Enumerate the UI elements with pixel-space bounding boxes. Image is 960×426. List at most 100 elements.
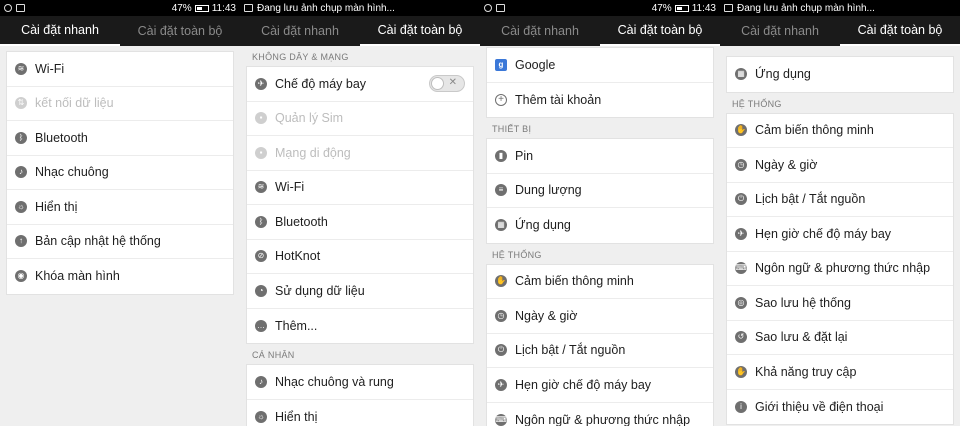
setting-bluetooth[interactable]: ᛒ Bluetooth	[247, 205, 473, 240]
tab-all-settings[interactable]: Cài đặt toàn bộ	[120, 16, 240, 46]
google-icon: g	[495, 58, 507, 71]
setting-accessibility[interactable]: ✋ Khả năng truy cập	[727, 355, 953, 390]
setting-power-schedule[interactable]: ⏻ Lịch bật / Tắt nguồn	[487, 334, 713, 368]
setting-airplane-schedule[interactable]: ✈ Hẹn giờ chế độ máy bay	[487, 368, 713, 403]
setting-data-usage[interactable]: ◔ Sử dụng dữ liệu	[247, 274, 473, 309]
more-icon: …	[255, 319, 267, 332]
tab-quick-settings[interactable]: Cài đặt nhanh	[720, 16, 840, 46]
battery-icon	[674, 4, 689, 12]
airplane-schedule-icon: ✈	[495, 378, 507, 391]
panel-all-settings-device: 47% 11:43 Cài đặt nhanh Cài đặt toàn bộ …	[480, 0, 720, 426]
setting-system-update[interactable]: ↑ Bản cập nhật hệ thống	[7, 225, 233, 259]
volume-icon: ♪	[15, 166, 27, 179]
storage-icon: ≡	[495, 184, 507, 197]
battery-icon	[194, 4, 209, 12]
screenshot-icon	[724, 4, 733, 12]
setting-apps[interactable]: ▦ Ứng dụng	[727, 57, 953, 92]
setting-system-backup[interactable]: ◎ Sao lưu hệ thống	[727, 286, 953, 321]
clock-icon: ◷	[735, 158, 747, 171]
setting-language-input[interactable]: ⌨ Ngôn ngữ & phương thức nhập	[727, 252, 953, 286]
tab-quick-settings[interactable]: Cài đặt nhanh	[240, 16, 360, 46]
setting-date-time[interactable]: ◷ Ngày & giờ	[727, 148, 953, 183]
toggle-off-icon: ✕	[448, 77, 457, 89]
setting-label: Nhạc chuông	[35, 165, 109, 180]
setting-google-account[interactable]: g Google	[487, 48, 713, 83]
setting-language-input[interactable]: ⌨ Ngôn ngữ & phương thức nhập	[487, 403, 713, 426]
setting-label: Ngày & giờ	[755, 157, 818, 172]
toggle-knob	[431, 77, 444, 91]
setting-label: Sử dụng dữ liệu	[275, 283, 365, 298]
tab-all-settings[interactable]: Cài đặt toàn bộ	[840, 16, 960, 46]
setting-label: Wi-Fi	[35, 61, 65, 76]
tab-bar: Cài đặt nhanh Cài đặt toàn bộ	[480, 16, 720, 46]
setting-display[interactable]: ☼ Hiển thị	[247, 400, 473, 426]
setting-data-connection[interactable]: ⇅ kết nối dữ liệu	[7, 87, 233, 121]
setting-battery[interactable]: ▮ Pin	[487, 139, 713, 174]
setting-label: Lịch bật / Tắt nguồn	[515, 343, 626, 358]
setting-label: Thêm tài khoản	[515, 92, 602, 107]
clock-icon: ◷	[495, 309, 507, 322]
setting-lock-screen[interactable]: ◉ Khóa màn hình	[7, 259, 233, 294]
setting-about-phone[interactable]: i Giới thiệu về điện thoại	[727, 390, 953, 425]
setting-label: Wi-Fi	[275, 180, 305, 195]
setting-ringtone[interactable]: ♪ Nhạc chuông	[7, 156, 233, 190]
setting-storage[interactable]: ≡ Dung lượng	[487, 174, 713, 208]
setting-bluetooth[interactable]: ᛒ Bluetooth	[7, 121, 233, 156]
section-header-device: THIẾT BỊ	[492, 124, 532, 134]
setting-add-account[interactable]: + Thêm tài khoản	[487, 83, 713, 118]
setting-backup-reset[interactable]: ↺ Sao lưu & đặt lại	[727, 321, 953, 355]
language-input-icon: ⌨	[735, 262, 747, 275]
setting-label: Bluetooth	[35, 130, 88, 145]
setting-hotknot[interactable]: ⊘ HotKnot	[247, 240, 473, 274]
setting-smart-sensor[interactable]: ✋ Cảm biến thông minh	[727, 114, 953, 148]
tab-quick-settings[interactable]: Cài đặt nhanh	[0, 16, 120, 46]
apps-icon: ▦	[735, 68, 747, 81]
tab-all-settings[interactable]: Cài đặt toàn bộ	[600, 16, 720, 46]
settings-card: ≋ Wi-Fi ⇅ kết nối dữ liệu ᛒ Bluetooth ♪ Nhạc…	[6, 51, 234, 295]
lock-screen-icon: ◉	[15, 270, 27, 283]
airplane-icon: ✈	[255, 77, 267, 90]
setting-label: Ứng dụng	[515, 218, 571, 233]
setting-ringtone-vibrate[interactable]: ♪ Nhạc chuông và rung	[247, 365, 473, 400]
setting-wifi[interactable]: ≋ Wi-Fi	[7, 52, 233, 87]
smart-sensor-icon: ✋	[735, 124, 747, 137]
setting-label: Hiển thị	[275, 409, 318, 424]
setting-smart-sensor[interactable]: ✋ Cảm biến thông minh	[487, 265, 713, 299]
clock-text: 11:43	[691, 2, 716, 14]
tab-quick-settings[interactable]: Cài đặt nhanh	[480, 16, 600, 46]
setting-label: Sao lưu & đặt lại	[755, 330, 848, 345]
about-phone-icon: i	[735, 400, 747, 413]
setting-label: Khả năng truy cập	[755, 364, 857, 379]
setting-label: Nhạc chuông và rung	[275, 374, 394, 389]
battery-percent: 47%	[171, 2, 192, 14]
setting-label: Bluetooth	[275, 214, 328, 229]
setting-airplane-mode[interactable]: ✈ Chế độ máy bay ✕	[247, 67, 473, 102]
bluetooth-icon: ᛒ	[255, 215, 267, 228]
bluetooth-icon: ᛒ	[15, 131, 27, 144]
airplane-mode-toggle[interactable]: ✕	[429, 75, 465, 93]
setting-label: Dung lượng	[515, 183, 582, 198]
setting-label: Thêm...	[275, 318, 318, 333]
clock-text: 11:43	[211, 2, 236, 14]
setting-display[interactable]: ☼ Hiển thị	[7, 190, 233, 225]
setting-airplane-schedule[interactable]: ✈ Hẹn giờ chế độ máy bay	[727, 217, 953, 252]
tab-bar: Cài đặt nhanh Cài đặt toàn bộ	[240, 16, 480, 46]
backup-reset-icon: ↺	[735, 331, 747, 344]
setting-label: Hẹn giờ chế độ máy bay	[515, 377, 652, 392]
panel-all-settings-system: Đang lưu ảnh chụp màn hình... Cài đặt nh…	[720, 0, 960, 426]
setting-mobile-network[interactable]: ▪ Mạng di động	[247, 136, 473, 171]
tab-all-settings[interactable]: Cài đặt toàn bộ	[360, 16, 480, 46]
setting-date-time[interactable]: ◷ Ngày & giờ	[487, 299, 713, 334]
setting-wifi[interactable]: ≋ Wi-Fi	[247, 171, 473, 205]
setting-power-schedule[interactable]: ⏻ Lịch bật / Tắt nguồn	[727, 183, 953, 217]
screenshot-strip: 47% 11:43 Cài đặt nhanh Cài đặt toàn bộ …	[0, 0, 960, 426]
accessibility-icon: ✋	[735, 365, 747, 378]
setting-label: Google	[515, 57, 556, 72]
setting-apps[interactable]: ▦ Ứng dụng	[487, 208, 713, 243]
setting-more[interactable]: … Thêm...	[247, 309, 473, 344]
tab-bar: Cài đặt nhanh Cài đặt toàn bộ	[720, 16, 960, 46]
settings-card-wireless: ✈ Chế độ máy bay ✕ ▪ Quản lý Sim ▪ Mạng di …	[246, 66, 474, 344]
section-header-system: HỆ THỐNG	[492, 249, 542, 260]
setting-sim-management[interactable]: ▪ Quản lý Sim	[247, 102, 473, 136]
display-icon: ☼	[255, 410, 267, 423]
